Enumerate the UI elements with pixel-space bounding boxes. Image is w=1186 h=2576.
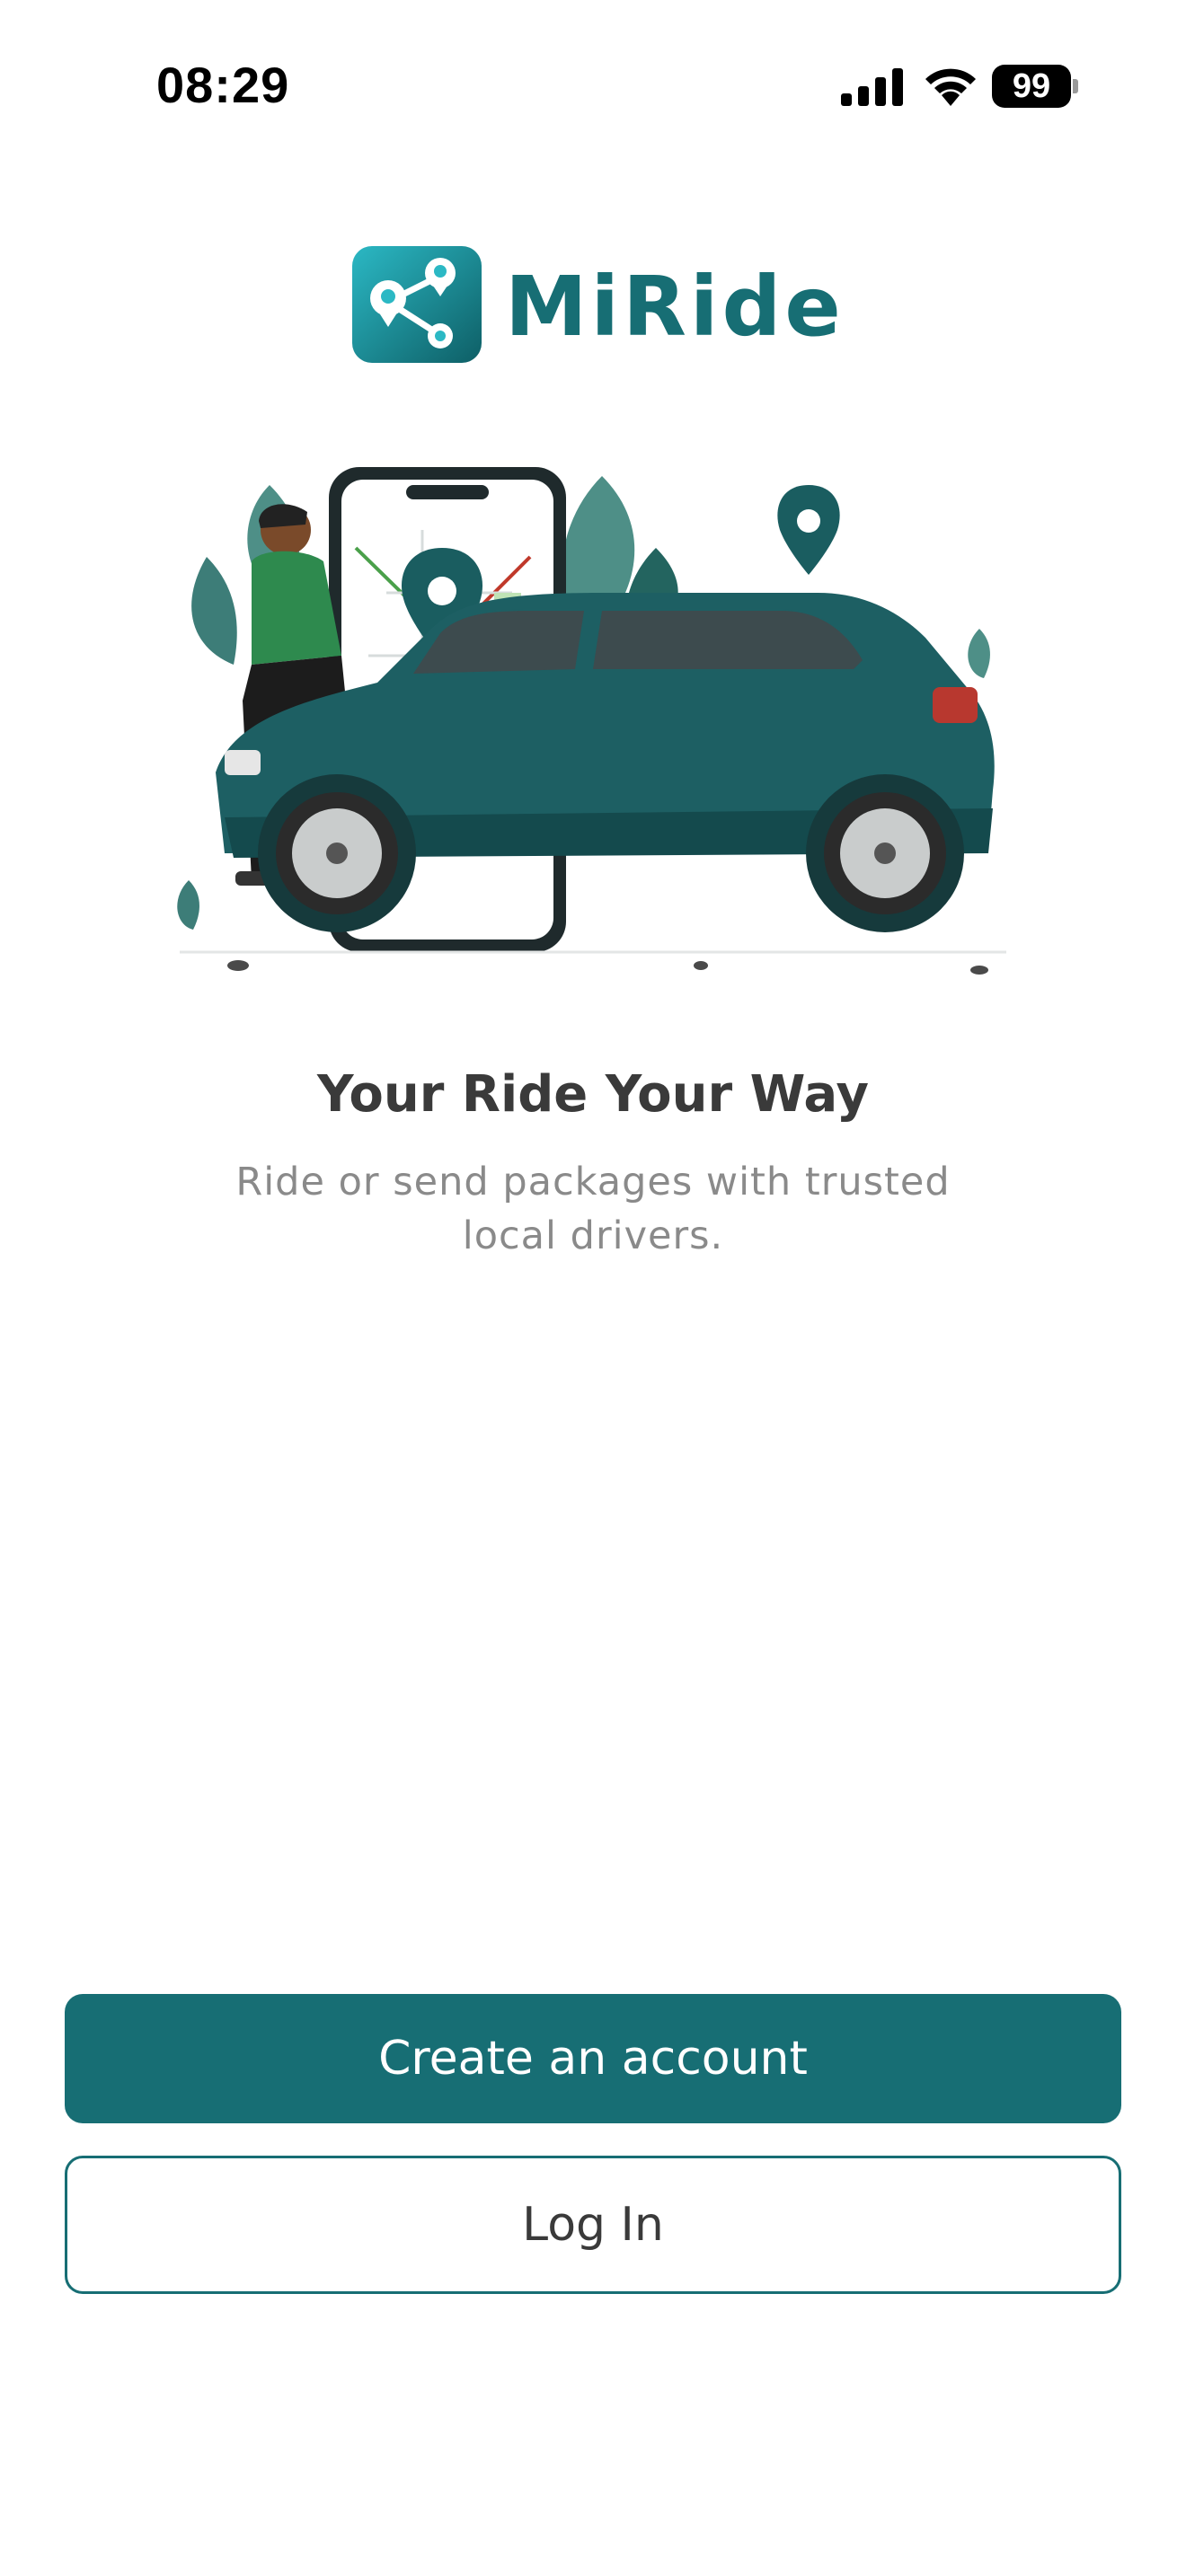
status-time: 08:29 xyxy=(156,57,290,113)
login-button[interactable]: Log In xyxy=(65,2156,1121,2294)
create-account-button[interactable]: Create an account xyxy=(65,1994,1121,2123)
onboarding-subtitle: Ride or send packages with trusted local… xyxy=(235,1160,951,1258)
route-pin-icon xyxy=(352,246,482,363)
battery-icon: 99 xyxy=(992,65,1078,108)
onboarding-headline: Your Ride Your Way xyxy=(317,1065,869,1124)
battery-level: 99 xyxy=(1012,67,1051,105)
wifi-icon xyxy=(925,68,976,106)
car-phone-map-illustration xyxy=(177,467,1006,975)
brand-name: MiRide xyxy=(505,259,845,355)
status-bar: 08:29 99 xyxy=(0,0,1186,171)
signal-icon xyxy=(841,68,903,106)
